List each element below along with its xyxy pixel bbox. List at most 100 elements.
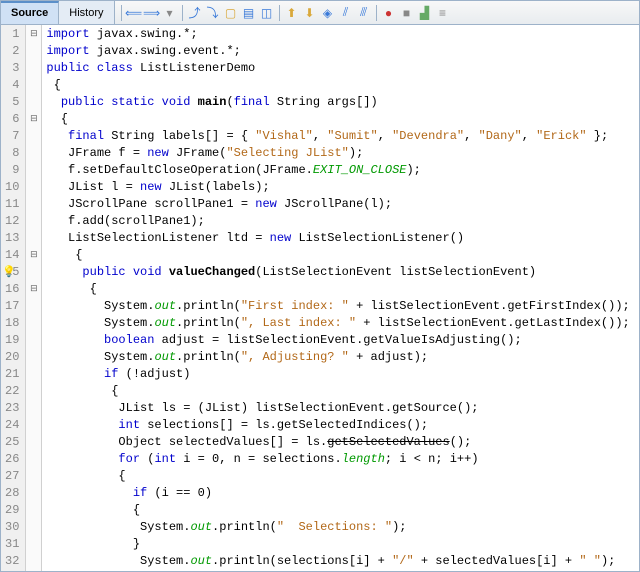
code-line[interactable]: { <box>46 502 639 519</box>
code-line[interactable]: int selections[] = ls.getSelectedIndices… <box>46 417 639 434</box>
line-number: 13 <box>1 230 25 247</box>
line-number: 27 <box>1 468 25 485</box>
line-number: 29 <box>1 502 25 519</box>
fold-marker <box>26 43 41 60</box>
fold-marker <box>26 196 41 213</box>
line-number: 14 <box>1 247 25 264</box>
toggle-icon[interactable]: ◫ <box>259 5 275 21</box>
code-line[interactable]: System.out.println("First index: " + lis… <box>46 298 639 315</box>
fold-marker <box>26 298 41 315</box>
line-number: 30 <box>1 519 25 536</box>
fold-marker <box>26 60 41 77</box>
code-line[interactable]: if (i == 0) <box>46 485 639 502</box>
code-line[interactable]: System.out.println(selections[i] + "/" +… <box>46 553 639 570</box>
line-number: 10 <box>1 179 25 196</box>
line-number: 17 <box>1 298 25 315</box>
fold-marker[interactable]: ⊟ <box>26 111 41 128</box>
fold-marker <box>26 332 41 349</box>
chart-icon[interactable]: ▟ <box>417 5 433 21</box>
stop-icon[interactable]: ■ <box>399 5 415 21</box>
code-line[interactable]: System.out.println(", Last index: " + li… <box>46 315 639 332</box>
fold-marker[interactable]: ⊟ <box>26 281 41 298</box>
line-number: 19 <box>1 332 25 349</box>
fold-marker <box>26 485 41 502</box>
code-line[interactable]: f.add(scrollPane1); <box>46 213 639 230</box>
line-gutter: 123456789101112131415💡161718192021222324… <box>1 25 26 571</box>
line-number: 8 <box>1 145 25 162</box>
shift-down-icon[interactable]: ⬇ <box>302 5 318 21</box>
find-next-icon[interactable]: ⤵ <box>205 5 221 21</box>
fold-marker <box>26 553 41 570</box>
code-line[interactable]: final String labels[] = { "Vishal", "Sum… <box>46 128 639 145</box>
code-line[interactable]: { <box>46 77 639 94</box>
fold-marker[interactable]: ⊟ <box>26 247 41 264</box>
code-line[interactable]: { <box>46 383 639 400</box>
code-line[interactable]: } <box>46 536 639 553</box>
code-line[interactable]: if (!adjust) <box>46 366 639 383</box>
fold-marker <box>26 77 41 94</box>
line-number: 26 <box>1 451 25 468</box>
line-number: 12 <box>1 213 25 230</box>
fold-marker <box>26 366 41 383</box>
code-line[interactable]: { <box>46 247 639 264</box>
line-number: 7 <box>1 128 25 145</box>
fold-marker <box>26 94 41 111</box>
nav-fwd-icon[interactable]: ⟹ <box>144 5 160 21</box>
line-number: 1 <box>1 26 25 43</box>
bookmark-icon[interactable]: ◈ <box>320 5 336 21</box>
code-line[interactable]: for (int i = 0, n = selections.length; i… <box>46 451 639 468</box>
code-line[interactable]: System.out.println(" Selections: "); <box>46 519 639 536</box>
fold-marker <box>26 400 41 417</box>
code-line[interactable]: public static void main(final String arg… <box>46 94 639 111</box>
code-line[interactable]: JList l = new JList(labels); <box>46 179 639 196</box>
comment-icon[interactable]: ⫽ <box>338 5 354 21</box>
toolbar: ⟸ ⟹ ▾ ⤴ ⤵ ▢ ▤ ◫ ⬆ ⬇ ◈ ⫽ ⫻ ● ■ ▟ ≡ <box>115 5 451 21</box>
line-number: 16 <box>1 281 25 298</box>
code-editor[interactable]: 123456789101112131415💡161718192021222324… <box>1 25 639 571</box>
line-number: 22 <box>1 383 25 400</box>
code-line[interactable]: { <box>46 111 639 128</box>
find-prev-icon[interactable]: ⤴ <box>187 5 203 21</box>
fold-marker <box>26 349 41 366</box>
record-icon[interactable]: ● <box>381 5 397 21</box>
code-line[interactable]: { <box>46 281 639 298</box>
nav-back-icon[interactable]: ⟸ <box>126 5 142 21</box>
lightbulb-icon[interactable]: 💡 <box>2 265 16 282</box>
line-number: 2 <box>1 43 25 60</box>
tab-history[interactable]: History <box>59 1 114 24</box>
code-line[interactable]: import javax.swing.event.*; <box>46 43 639 60</box>
more-icon[interactable]: ≡ <box>435 5 451 21</box>
fold-marker <box>26 213 41 230</box>
line-number: 4 <box>1 77 25 94</box>
code-line[interactable]: Object selectedValues[] = ls.getSelected… <box>46 434 639 451</box>
separator <box>376 5 377 21</box>
code-line[interactable]: f.setDefaultCloseOperation(JFrame.EXIT_O… <box>46 162 639 179</box>
topbar: Source History ⟸ ⟹ ▾ ⤴ ⤵ ▢ ▤ ◫ ⬆ ⬇ ◈ ⫽ ⫻… <box>1 1 639 25</box>
code-line[interactable]: System.out.println(", Adjusting? " + adj… <box>46 349 639 366</box>
code-line[interactable]: JList ls = (JList) listSelectionEvent.ge… <box>46 400 639 417</box>
tab-source[interactable]: Source <box>1 1 59 24</box>
layout-icon[interactable]: ▤ <box>241 5 257 21</box>
dropdown-icon[interactable]: ▾ <box>162 5 178 21</box>
code-line[interactable]: JScrollPane scrollPane1 = new JScrollPan… <box>46 196 639 213</box>
fold-marker <box>26 145 41 162</box>
highlight-icon[interactable]: ▢ <box>223 5 239 21</box>
code-line[interactable]: ListSelectionListener ltd = new ListSele… <box>46 230 639 247</box>
line-number: 23 <box>1 400 25 417</box>
code-line[interactable]: JFrame f = new JFrame("Selecting JList")… <box>46 145 639 162</box>
shift-up-icon[interactable]: ⬆ <box>284 5 300 21</box>
code-line[interactable]: boolean adjust = listSelectionEvent.getV… <box>46 332 639 349</box>
code-line[interactable]: import javax.swing.*; <box>46 26 639 43</box>
code-area[interactable]: import javax.swing.*;import javax.swing.… <box>42 25 639 571</box>
fold-marker <box>26 519 41 536</box>
code-line[interactable]: public void valueChanged(ListSelectionEv… <box>46 264 639 281</box>
code-line[interactable]: { <box>46 468 639 485</box>
separator <box>121 5 122 21</box>
line-number: 18 <box>1 315 25 332</box>
line-number: 32 <box>1 553 25 570</box>
uncomment-icon[interactable]: ⫻ <box>356 5 372 21</box>
line-number: 28 <box>1 485 25 502</box>
fold-marker <box>26 417 41 434</box>
fold-marker[interactable]: ⊟ <box>26 26 41 43</box>
code-line[interactable]: public class ListListenerDemo <box>46 60 639 77</box>
